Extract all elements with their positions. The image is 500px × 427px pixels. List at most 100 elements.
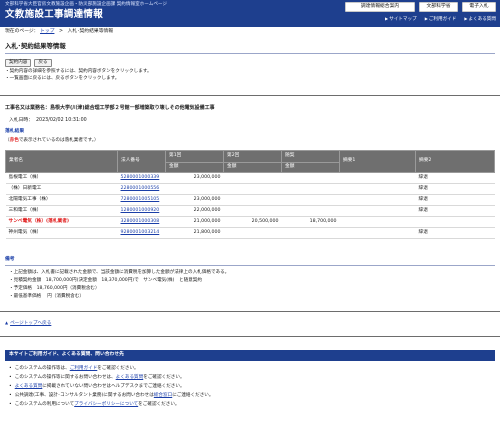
guide-item-text: に掲載されていない問い合わせはヘルプデスクまでご連絡ください。 (42, 384, 185, 389)
remark-line: ・予定価格 18,760,000円（消費税含む） (9, 286, 100, 291)
round2-amount-cell (223, 172, 282, 184)
faq-link[interactable]: ▶よくある質問 (464, 16, 496, 23)
corp-no-link[interactable]: 2280001000556 (121, 186, 160, 191)
bullet-icon: • (9, 402, 12, 407)
company-cell: 北陽電気工事（株） (5, 194, 118, 206)
legend-red-text: 赤色 (9, 138, 19, 143)
instruction-notes: ・契約内容の詳細を参照するには、契約内容ボタンをクリックします。 ・一覧画面に戻… (5, 69, 152, 83)
note1-cell (339, 205, 416, 217)
user-guide-link[interactable]: ▶ご利用ガイド (425, 16, 457, 23)
breadcrumb-separator: > (58, 29, 63, 34)
corp-no-link[interactable]: 1280001000920 (121, 208, 160, 213)
corp-no-cell: 3280001000308 (117, 216, 166, 228)
negotiation-amount-cell (281, 227, 340, 239)
guide-item-link[interactable]: よくある質問 (116, 375, 144, 380)
company-cell: 神州電気（株） (5, 227, 118, 239)
guide-item-link[interactable]: プライバシーポリシーについて (74, 402, 138, 407)
section-divider (0, 336, 500, 337)
guide-item-text: このシステムの利用について (14, 402, 75, 407)
instruction-note: ・契約内容の詳細を参照するには、契約内容ボタンをクリックします。 (5, 69, 152, 74)
winner-legend: （赤色で表示されているのは落札業者です。） (5, 138, 99, 144)
round2-amount-cell (223, 227, 282, 239)
guide-heading: 本サイトご利用ガイド、よくある質問、問い合わせ先 (5, 350, 495, 361)
breadcrumb-current: 入札･契約結果等情報 (67, 29, 114, 34)
guide-list: • このシステムの操作等は、ご利用ガイドをご確認ください。 • このシステムの操作等に… (9, 366, 213, 411)
corp-no-link[interactable]: 7280001005105 (121, 197, 160, 202)
round2-amount-cell (223, 194, 282, 206)
negotiation-amount-cell (281, 194, 340, 206)
col-negotiation-amount: 金額 (281, 162, 340, 173)
table-row: （株）日新電工 2280001000556 辞退 (5, 183, 495, 195)
triangle-right-icon: ▶ (385, 16, 389, 21)
title-divider (5, 53, 495, 54)
col-company: 業者名 (5, 150, 118, 173)
bullet-icon: • (9, 375, 12, 380)
note1-cell (339, 216, 416, 228)
col-round2-amount: 金額 (223, 162, 282, 173)
table-row: 北陽電気工事（株） 7280001005105 23,000,000 辞退 (5, 194, 495, 206)
negotiation-amount-cell (281, 172, 340, 184)
corp-no-link[interactable]: 5280001000339 (121, 175, 160, 180)
sitemap-link-label: サイトマップ (389, 17, 417, 22)
round2-amount-cell: 20,500,000 (223, 216, 282, 228)
corp-no-link[interactable]: 3280001000308 (121, 219, 160, 224)
bullet-icon: • (9, 384, 12, 389)
e-bidding-button[interactable]: 電子入札 (462, 2, 496, 12)
company-cell: 三和電工（株） (5, 205, 118, 217)
negotiation-amount-cell: 18,700,000 (281, 216, 340, 228)
remarks-list: ・上記金額は、入札書に記載された金額で、当該金額に消費税を加算した金額が法律上の… (9, 270, 229, 302)
col-round2: 第2回 (223, 150, 282, 163)
page-title: 入札･契約結果等情報 (5, 42, 66, 50)
sitemap-link[interactable]: ▶サイトマップ (385, 16, 417, 23)
corp-no-cell: 5280001000339 (117, 172, 166, 184)
site-title[interactable]: 文教施設工事調達情報 (5, 9, 103, 22)
round2-amount-cell (223, 205, 282, 217)
note2-cell: 辞退 (415, 227, 495, 239)
breadcrumb: 現在のページ： トップ > 入札･契約結果等情報 (5, 29, 113, 35)
note2-cell: 辞退 (415, 183, 495, 195)
corp-no-cell: 7280001005105 (117, 194, 166, 206)
col-round1-amount: 金額 (165, 162, 224, 173)
guide-item-text: をご確認ください。 (138, 402, 180, 407)
breadcrumb-home-link[interactable]: トップ (40, 29, 54, 34)
round1-amount-cell: 22,000,000 (165, 205, 224, 217)
project-name: 工事名又は業務名：島根大学(川津)総合理工学部２号館一部増築取り壊しその他電気設… (5, 105, 215, 111)
result-label: 落札結果 (5, 129, 25, 134)
bid-results-table: 業者名 法人番号 第1回 第2回 随契 摘要1 摘要2 金額 金額 金額 島根電… (5, 150, 495, 239)
back-to-top-link[interactable]: ページトップへ戻る (10, 321, 51, 326)
action-buttons: 契約内容 戻る (5, 59, 52, 67)
mext-button[interactable]: 文部科学省 (419, 2, 458, 12)
company-cell: （株）日新電工 (5, 183, 118, 195)
company-cell: サンベ電気（株）(落札業者) (5, 216, 118, 228)
round1-amount-cell: 21,000,000 (165, 216, 224, 228)
header-buttons: 調達情報総合案内 文部科学省 電子入札 (345, 2, 496, 12)
table-row: 島根電工（株） 5280001000339 23,000,000 辞退 (5, 172, 495, 184)
note2-cell: 辞退 (415, 194, 495, 206)
col-note1: 摘要1 (339, 150, 416, 173)
negotiation-amount-cell (281, 183, 340, 195)
corp-no-link[interactable]: 9280001003214 (121, 230, 160, 235)
procurement-guide-button[interactable]: 調達情報総合案内 (345, 2, 415, 12)
col-corp-no: 法人番号 (117, 150, 166, 173)
corp-no-cell: 2280001000556 (117, 183, 166, 195)
guide-item: • このシステムの操作等は、ご利用ガイドをご確認ください。 (9, 366, 213, 375)
guide-item-link[interactable]: ご利用ガイド (70, 366, 98, 371)
guide-item-link[interactable]: よくある質問 (15, 384, 43, 389)
back-button[interactable]: 戻る (34, 59, 52, 67)
table-row: 三和電工（株） 1280001000920 22,000,000 辞退 (5, 205, 495, 217)
note1-cell (339, 194, 416, 206)
remark-line: ・見積契約金額 18,700,000円(決定金額 18,370,000円)で サ… (9, 278, 202, 283)
site-header: 文部科学省大臣官房文教施設企画・防災部施設企画課 契約情報室ホームページ 文教施… (0, 0, 500, 27)
header-links: ▶サイトマップ ▶ご利用ガイド ▶よくある質問 (385, 16, 496, 23)
guide-item-link[interactable]: 総合窓口 (154, 393, 172, 398)
remarks-label: 備考 (5, 257, 15, 262)
contract-details-button[interactable]: 契約内容 (5, 59, 32, 67)
bid-datetime-value: 2023/02/02 10:31:00 (36, 118, 87, 123)
col-note2: 摘要2 (415, 150, 495, 173)
breadcrumb-prefix: 現在のページ： (5, 29, 39, 34)
header-subtitle: 文部科学省大臣官房文教施設企画・防災部施設企画課 契約情報室ホームページ (5, 2, 168, 7)
guide-item-text: をご確認ください。 (143, 375, 185, 380)
col-round1: 第1回 (165, 150, 224, 163)
triangle-right-icon: ▶ (464, 16, 468, 21)
note2-cell: 辞退 (415, 205, 495, 217)
